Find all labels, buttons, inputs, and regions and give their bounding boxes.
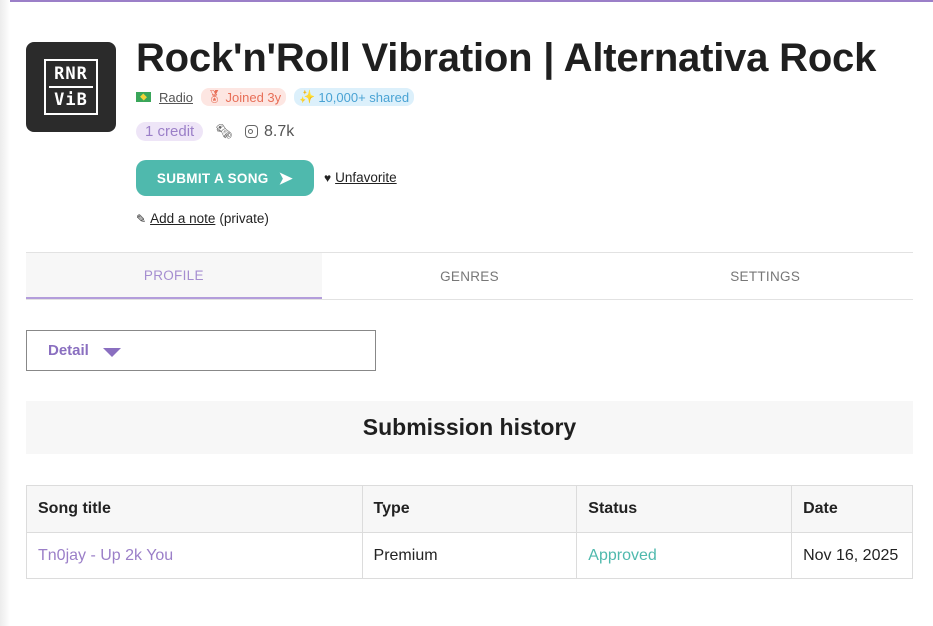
column-header-type: Type <box>361 485 578 533</box>
submission-history-heading: Submission history <box>26 401 913 454</box>
type-link-radio[interactable]: Radio <box>159 90 193 105</box>
cell-type: Premium <box>361 532 578 579</box>
submit-song-button[interactable]: SUBMIT A SONG ➤ <box>136 160 314 196</box>
logo-line-top: RNR <box>54 64 88 84</box>
top-accent-border <box>0 0 933 2</box>
table-row: Tn0jay - Up 2k You Premium Approved Nov … <box>26 532 913 579</box>
detail-dropdown[interactable]: Detail <box>26 330 376 371</box>
brazil-flag-icon <box>136 92 151 102</box>
add-note-row: ✎ Add a note (private) <box>136 211 269 226</box>
credit-pill: 1 credit <box>136 122 204 141</box>
left-edge-shadow <box>0 0 10 626</box>
joined-badge-label: Joined 3y <box>225 89 282 105</box>
submit-song-label: SUBMIT A SONG <box>156 170 269 186</box>
profile-tabs: PROFILE GENRES SETTINGS <box>26 252 913 300</box>
pencil-icon: ✎ <box>136 211 147 226</box>
cell-status: Approved <box>576 532 793 579</box>
tab-profile[interactable]: PROFILE <box>26 253 322 299</box>
column-header-song-title: Song title <box>26 485 363 533</box>
page-title: Rock'n'Roll Vibration | Alternativa Rock <box>136 36 877 80</box>
heart-icon: ♥ <box>324 170 332 185</box>
column-header-status: Status <box>576 485 793 533</box>
unfavorite-link[interactable]: Unfavorite <box>335 170 397 185</box>
tab-settings[interactable]: SETTINGS <box>617 253 913 299</box>
stats-row: 1 credit 🗞︎ 8.7k <box>136 122 294 141</box>
caret-down-icon <box>102 348 121 357</box>
shared-badge: ✨ 10,000+ shared <box>294 88 415 106</box>
meta-row: Radio 🏅︎ Joined 3y ✨ 10,000+ shared <box>136 88 415 106</box>
station-avatar: RNR ViB <box>26 42 116 132</box>
add-note-link[interactable]: Add a note <box>150 211 215 226</box>
cell-song-title: Tn0jay - Up 2k You <box>26 532 363 579</box>
cell-date: Nov 16, 2025 <box>791 532 913 579</box>
logo-divider <box>49 86 93 88</box>
column-header-date: Date <box>791 485 913 533</box>
submission-history-table: Song title Type Status Date Tn0jay - Up … <box>26 485 913 579</box>
shared-badge-label: 10,000+ shared <box>318 89 410 105</box>
instagram-followers[interactable]: 8.7k <box>244 122 295 141</box>
joined-badge: 🏅︎ Joined 3y <box>200 88 287 106</box>
party-popper-icon: ✨ <box>299 89 316 104</box>
logo-line-bottom: ViB <box>54 90 88 110</box>
unfavorite-control[interactable]: ♥ Unfavorite <box>324 170 397 185</box>
award-icon: 🏅︎ <box>205 89 223 104</box>
song-title-link[interactable]: Tn0jay - Up 2k You <box>38 547 173 564</box>
private-label: (private) <box>219 211 269 226</box>
tab-genres[interactable]: GENRES <box>322 253 618 299</box>
detail-dropdown-label: Detail <box>48 342 89 359</box>
table-header-row: Song title Type Status Date <box>26 485 913 533</box>
newspaper-icon[interactable]: 🗞︎ <box>215 123 233 140</box>
instagram-icon <box>244 125 258 138</box>
station-logo: RNR ViB <box>44 59 98 115</box>
send-icon: ➤ <box>278 168 294 188</box>
followers-count: 8.7k <box>263 122 295 140</box>
